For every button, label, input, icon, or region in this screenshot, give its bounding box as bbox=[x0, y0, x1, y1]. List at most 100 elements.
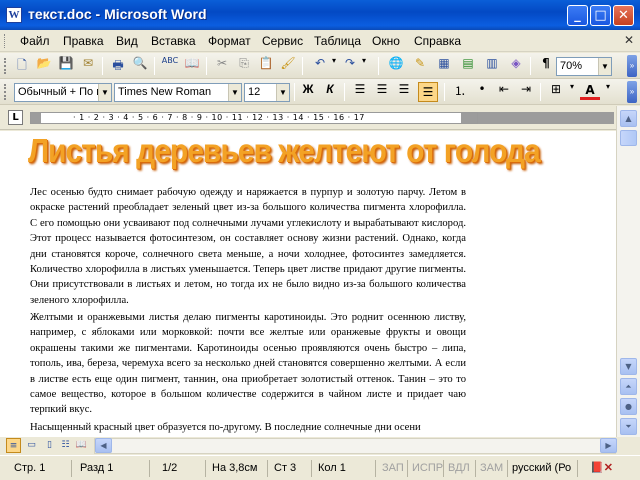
normal-view-icon[interactable]: ≡ bbox=[6, 438, 21, 453]
font-color-dropdown-icon[interactable]: ▾ bbox=[598, 82, 618, 102]
new-icon[interactable]: 🗋 bbox=[12, 56, 32, 76]
select-browse-object-icon[interactable]: ● bbox=[620, 398, 637, 415]
menu-table[interactable]: Таблица bbox=[314, 34, 361, 48]
status-track-changes[interactable]: ИСПР bbox=[412, 460, 444, 477]
paste-icon[interactable]: 📋 bbox=[256, 56, 276, 76]
decrease-indent-icon[interactable]: ⇤ bbox=[494, 82, 514, 102]
show-formatting-icon[interactable]: ¶ bbox=[536, 56, 556, 76]
align-right-icon[interactable]: ☰ bbox=[394, 82, 414, 102]
align-center-icon[interactable]: ☰ bbox=[372, 82, 392, 102]
spelling-status-icon[interactable]: 📕✕ bbox=[590, 460, 618, 477]
scroll-left-icon[interactable]: ◀ bbox=[95, 438, 112, 453]
research-icon[interactable]: 📖 bbox=[182, 56, 202, 76]
save-icon[interactable]: 💾 bbox=[56, 56, 76, 76]
status-position: На 3,8см bbox=[212, 460, 268, 477]
chevron-down-icon[interactable]: ▼ bbox=[228, 84, 241, 101]
close-button[interactable]: ✕ bbox=[613, 5, 634, 26]
scroll-right-icon[interactable]: ▶ bbox=[600, 438, 617, 453]
next-page-icon[interactable]: ⏷ bbox=[620, 418, 637, 435]
status-line: Ст 3 bbox=[274, 460, 312, 477]
standard-toolbar: 🗋 📂 💾 ✉ 🖶 🔍 ABC 📖 ✂ ⎘ 📋 🖌 ↶ ▾ ↷ ▾ 🌐 ✎ ▦ … bbox=[0, 53, 640, 79]
increase-indent-icon[interactable]: ⇥ bbox=[516, 82, 536, 102]
status-language[interactable]: русский (Ро bbox=[512, 460, 578, 477]
word-doc-icon[interactable]: W bbox=[6, 7, 22, 23]
separator bbox=[378, 57, 379, 75]
drawing-icon[interactable]: ◈ bbox=[506, 56, 526, 76]
menu-help[interactable]: Справка bbox=[414, 34, 461, 48]
reading-view-icon[interactable]: 📖 bbox=[74, 438, 89, 453]
italic-button[interactable]: К bbox=[320, 82, 340, 102]
status-section: Разд 1 bbox=[80, 460, 150, 477]
zoom-value: 70% bbox=[560, 60, 583, 72]
separator bbox=[444, 83, 445, 101]
insert-excel-icon[interactable]: ▤ bbox=[458, 56, 478, 76]
web-view-icon[interactable]: ▭ bbox=[24, 438, 39, 453]
chevron-down-icon[interactable]: ▼ bbox=[276, 84, 289, 101]
menu-insert[interactable]: Вставка bbox=[151, 34, 196, 48]
horizontal-scrollbar[interactable]: ◀ ▶ bbox=[94, 438, 617, 454]
zoom-combo[interactable]: 70% ▼ bbox=[556, 57, 612, 76]
document-area[interactable]: Листья деревьев желтеют от голода Лес ос… bbox=[0, 131, 616, 437]
maximize-button[interactable]: □ bbox=[590, 5, 611, 26]
tab-selector-icon[interactable]: L bbox=[8, 110, 23, 125]
format-painter-icon[interactable]: 🖌 bbox=[278, 56, 298, 76]
numbering-icon[interactable]: ⒈ bbox=[450, 82, 470, 102]
chevron-down-icon[interactable]: ▼ bbox=[98, 84, 111, 101]
insert-table-icon[interactable]: ▦ bbox=[434, 56, 454, 76]
menu-tools[interactable]: Сервис bbox=[262, 34, 303, 48]
ruler-ticks: · 1 · 2 · 3 · 4 · 5 · 6 · 7 · 8 · 9 · 10… bbox=[73, 113, 365, 122]
print-preview-icon[interactable]: 🔍 bbox=[130, 56, 150, 76]
hyperlink-icon[interactable]: 🌐 bbox=[386, 56, 406, 76]
print-icon[interactable]: 🖶 bbox=[108, 56, 128, 76]
menu-window[interactable]: Окно bbox=[372, 34, 400, 48]
menu-format[interactable]: Формат bbox=[208, 34, 251, 48]
bold-button[interactable]: Ж bbox=[298, 82, 318, 102]
separator bbox=[154, 57, 155, 75]
columns-icon[interactable]: ▥ bbox=[482, 56, 502, 76]
justify-icon[interactable]: ☰ bbox=[418, 82, 438, 102]
border-dropdown-icon[interactable]: ▾ bbox=[562, 82, 582, 102]
menu-edit[interactable]: Правка bbox=[63, 34, 104, 48]
copy-icon[interactable]: ⎘ bbox=[234, 56, 254, 76]
style-value: Обычный + По ц bbox=[18, 86, 103, 98]
close-document-icon[interactable]: ✕ bbox=[624, 33, 634, 47]
chevron-down-icon[interactable]: ▼ bbox=[598, 58, 611, 75]
align-left-icon[interactable]: ☰ bbox=[350, 82, 370, 102]
menu-file[interactable]: Файл bbox=[20, 34, 50, 48]
scroll-thumb[interactable] bbox=[620, 130, 637, 146]
view-bar: ≡ ▭ ▯ ☷ 📖 ◀ ▶ bbox=[0, 437, 640, 455]
toolbar-grip[interactable] bbox=[4, 58, 7, 74]
paragraph-1: Лес осенью будто снимает рабочую одежду … bbox=[30, 187, 466, 306]
toolbar-options-icon[interactable]: » bbox=[627, 81, 637, 103]
horizontal-ruler[interactable]: L · 1 · 2 · 3 · 4 · 5 · 6 · 7 · 8 · 9 · … bbox=[0, 106, 640, 130]
menu-grip[interactable] bbox=[4, 34, 7, 48]
status-overtype[interactable]: ЗАМ bbox=[480, 460, 508, 477]
tables-borders-icon[interactable]: ✎ bbox=[410, 56, 430, 76]
ruler-strip[interactable]: · 1 · 2 · 3 · 4 · 5 · 6 · 7 · 8 · 9 · 10… bbox=[30, 112, 478, 124]
cut-icon[interactable]: ✂ bbox=[212, 56, 232, 76]
font-size-combo[interactable]: 12 ▼ bbox=[244, 83, 290, 102]
vertical-scrollbar[interactable]: ▲ ▼ ⏶ ● ⏷ bbox=[616, 106, 640, 437]
font-color-icon[interactable]: A bbox=[580, 82, 600, 100]
minimize-button[interactable]: _ bbox=[567, 5, 588, 26]
previous-page-icon[interactable]: ⏶ bbox=[620, 378, 637, 395]
paragraph-2: Желтыми и оранжевыми листья делаю пигмен… bbox=[30, 312, 466, 416]
bullets-icon[interactable]: • bbox=[472, 82, 492, 102]
outline-view-icon[interactable]: ☷ bbox=[58, 438, 73, 453]
font-combo[interactable]: Times New Roman ▼ bbox=[114, 83, 242, 102]
status-record[interactable]: ЗАП bbox=[382, 460, 408, 477]
style-combo[interactable]: Обычный + По ц ▼ bbox=[14, 83, 112, 102]
status-extend[interactable]: ВДЛ bbox=[448, 460, 476, 477]
permission-icon[interactable]: ✉ bbox=[78, 56, 98, 76]
spelling-icon[interactable]: ABC bbox=[160, 56, 180, 76]
toolbar-grip[interactable] bbox=[4, 84, 7, 100]
scroll-up-icon[interactable]: ▲ bbox=[620, 110, 637, 127]
status-page: Стр. 1 bbox=[14, 460, 72, 477]
redo-dropdown-icon[interactable]: ▾ bbox=[354, 56, 374, 76]
toolbar-options-icon[interactable]: » bbox=[627, 55, 637, 77]
print-layout-icon[interactable]: ▯ bbox=[42, 438, 57, 453]
scroll-down-icon[interactable]: ▼ bbox=[620, 358, 637, 375]
separator bbox=[294, 83, 295, 101]
open-icon[interactable]: 📂 bbox=[34, 56, 54, 76]
menu-view[interactable]: Вид bbox=[116, 34, 138, 48]
